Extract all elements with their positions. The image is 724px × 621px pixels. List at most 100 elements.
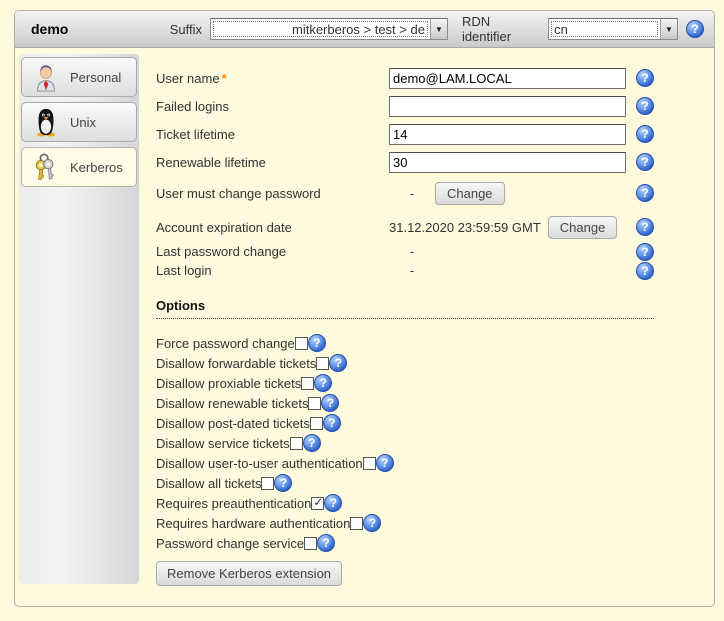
tab-unix[interactable]: Unix — [21, 102, 137, 142]
form-row-expiration: Account expiration date 31.12.2020 23:59… — [156, 212, 654, 242]
option-row: Disallow post-dated tickets — [156, 413, 654, 433]
tab-label: Personal — [70, 70, 121, 85]
help-icon[interactable] — [686, 20, 704, 38]
option-row: Requires preauthentication — [156, 493, 654, 513]
option-label: Requires hardware authentication — [156, 516, 350, 531]
suffix-select[interactable]: mitkerberos > test > de — [210, 18, 448, 40]
sidebar-column: Personal Unix — [19, 54, 139, 584]
option-row: Disallow renewable tickets — [156, 393, 654, 413]
form-row-ticket-lifetime: Ticket lifetime — [156, 120, 654, 148]
option-row: Disallow user-to-user authentication — [156, 453, 654, 473]
option-label: Disallow service tickets — [156, 436, 290, 451]
renewable-lifetime-label: Renewable lifetime — [156, 155, 389, 170]
help-icon[interactable] — [363, 514, 381, 532]
username-input[interactable] — [389, 68, 626, 89]
help-icon[interactable] — [636, 125, 654, 143]
option-row: Disallow forwardable tickets — [156, 353, 654, 373]
rdn-select[interactable]: cn — [548, 18, 678, 40]
option-row: Force password change — [156, 333, 654, 353]
failed-logins-input[interactable] — [389, 96, 626, 117]
help-icon[interactable] — [314, 374, 332, 392]
penguin-icon — [31, 107, 61, 137]
option-label: Disallow renewable tickets — [156, 396, 308, 411]
tab-kerberos[interactable]: Kerberos — [21, 147, 137, 187]
help-icon[interactable] — [308, 334, 326, 352]
tab-label: Kerberos — [70, 160, 123, 175]
option-row: Disallow all tickets — [156, 473, 654, 493]
keys-icon — [31, 152, 61, 182]
suffix-label: Suffix — [170, 22, 202, 37]
required-marker: * — [222, 71, 227, 86]
option-label: Force password change — [156, 336, 295, 351]
rdn-select-value: cn — [549, 19, 660, 39]
username-label: User name* — [156, 71, 389, 86]
rdn-label: RDN identifier — [462, 14, 542, 44]
help-icon[interactable] — [321, 394, 339, 412]
options-heading: Options — [156, 298, 654, 319]
help-icon[interactable] — [636, 218, 654, 236]
form-row-renewable-lifetime: Renewable lifetime — [156, 148, 654, 176]
help-icon[interactable] — [329, 354, 347, 372]
option-label: Disallow forwardable tickets — [156, 356, 316, 371]
kerberos-form: User name* Failed logins Ticket lifetime… — [142, 48, 714, 607]
disallow-forwardable-checkbox[interactable] — [316, 357, 329, 370]
help-icon[interactable] — [636, 184, 654, 202]
last-login-value: - — [389, 263, 435, 278]
expiration-label: Account expiration date — [156, 220, 389, 235]
account-editor-window: demo Suffix mitkerberos > test > de RDN … — [14, 10, 715, 607]
change-password-button[interactable]: Change — [435, 182, 505, 205]
disallow-postdated-checkbox[interactable] — [310, 417, 323, 430]
disallow-renewable-checkbox[interactable] — [308, 397, 321, 410]
form-row-username: User name* — [156, 64, 654, 92]
tab-personal[interactable]: Personal — [21, 57, 137, 97]
chevron-down-icon[interactable] — [660, 19, 677, 39]
disallow-user-to-user-checkbox[interactable] — [363, 457, 376, 470]
form-row-must-change-password: User must change password - Change — [156, 180, 654, 206]
help-icon[interactable] — [636, 243, 654, 261]
help-icon[interactable] — [274, 474, 292, 492]
requires-preauth-checkbox[interactable] — [311, 497, 324, 510]
ticket-lifetime-input[interactable] — [389, 124, 626, 145]
force-password-change-checkbox[interactable] — [295, 337, 308, 350]
help-icon[interactable] — [303, 434, 321, 452]
help-icon[interactable] — [636, 69, 654, 87]
options-list: Force password change Disallow forwardab… — [156, 333, 714, 553]
help-icon[interactable] — [317, 534, 335, 552]
requires-hardware-auth-checkbox[interactable] — [350, 517, 363, 530]
disallow-service-checkbox[interactable] — [290, 437, 303, 450]
form-row-last-password-change: Last password change - — [156, 242, 654, 261]
option-row: Disallow proxiable tickets — [156, 373, 654, 393]
change-expiration-button[interactable]: Change — [548, 216, 618, 239]
account-title: demo — [31, 21, 170, 37]
remove-kerberos-extension-button[interactable]: Remove Kerberos extension — [156, 561, 342, 586]
expiration-value: 31.12.2020 23:59:59 GMT — [389, 220, 541, 235]
help-icon[interactable] — [636, 97, 654, 115]
help-icon[interactable] — [636, 262, 654, 280]
remove-extension-row: Remove Kerberos extension — [156, 561, 714, 586]
disallow-all-tickets-checkbox[interactable] — [261, 477, 274, 490]
renewable-lifetime-input[interactable] — [389, 152, 626, 173]
option-label: Disallow user-to-user authentication — [156, 456, 363, 471]
help-icon[interactable] — [324, 494, 342, 512]
header-bar: demo Suffix mitkerberos > test > de RDN … — [15, 11, 714, 48]
help-icon[interactable] — [323, 414, 341, 432]
disallow-proxiable-checkbox[interactable] — [301, 377, 314, 390]
chevron-down-icon[interactable] — [430, 19, 447, 39]
module-sidebar: Personal Unix — [15, 48, 142, 607]
form-row-failed-logins: Failed logins — [156, 92, 654, 120]
option-row: Disallow service tickets — [156, 433, 654, 453]
option-row: Password change service — [156, 533, 654, 553]
help-icon[interactable] — [376, 454, 394, 472]
option-label: Requires preauthentication — [156, 496, 311, 511]
last-password-change-label: Last password change — [156, 244, 389, 259]
option-row: Requires hardware authentication — [156, 513, 654, 533]
option-label: Disallow post-dated tickets — [156, 416, 310, 431]
must-change-password-value: - — [389, 186, 435, 201]
password-change-service-checkbox[interactable] — [304, 537, 317, 550]
last-password-change-value: - — [389, 244, 435, 259]
option-label: Password change service — [156, 536, 304, 551]
must-change-password-label: User must change password — [156, 186, 389, 201]
person-icon — [31, 62, 61, 92]
help-icon[interactable] — [636, 153, 654, 171]
option-label: Disallow all tickets — [156, 476, 261, 491]
